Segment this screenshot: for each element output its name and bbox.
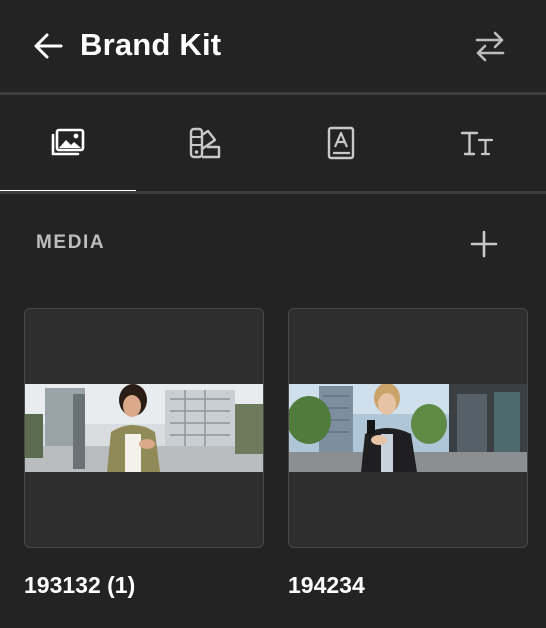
arrow-left-icon bbox=[34, 33, 63, 59]
section-title: MEDIA bbox=[36, 232, 106, 253]
font-book-icon bbox=[328, 126, 355, 160]
media-thumbnail bbox=[25, 384, 263, 472]
swap-button[interactable] bbox=[468, 24, 512, 68]
media-name: 194234 bbox=[288, 572, 365, 598]
page-title: Brand Kit bbox=[80, 27, 222, 62]
tab-fonts[interactable] bbox=[273, 95, 410, 191]
add-media-button[interactable] bbox=[466, 226, 502, 262]
media-thumbnail bbox=[289, 384, 527, 472]
tab-text-styles[interactable] bbox=[410, 95, 546, 191]
tab-bar bbox=[0, 95, 546, 194]
swap-arrows-icon bbox=[475, 31, 505, 62]
tab-divider bbox=[0, 191, 546, 194]
back-button[interactable] bbox=[28, 26, 68, 66]
tab-colors[interactable] bbox=[137, 95, 274, 191]
palette-icon bbox=[189, 127, 220, 159]
header: Brand Kit bbox=[0, 0, 546, 92]
tab-media[interactable] bbox=[0, 95, 137, 194]
media-card[interactable] bbox=[24, 308, 264, 548]
plus-icon bbox=[470, 230, 498, 258]
media-card[interactable] bbox=[288, 308, 528, 548]
media-icon bbox=[51, 128, 85, 156]
text-size-icon bbox=[460, 131, 493, 156]
media-name: 193132 (1) bbox=[24, 572, 136, 598]
